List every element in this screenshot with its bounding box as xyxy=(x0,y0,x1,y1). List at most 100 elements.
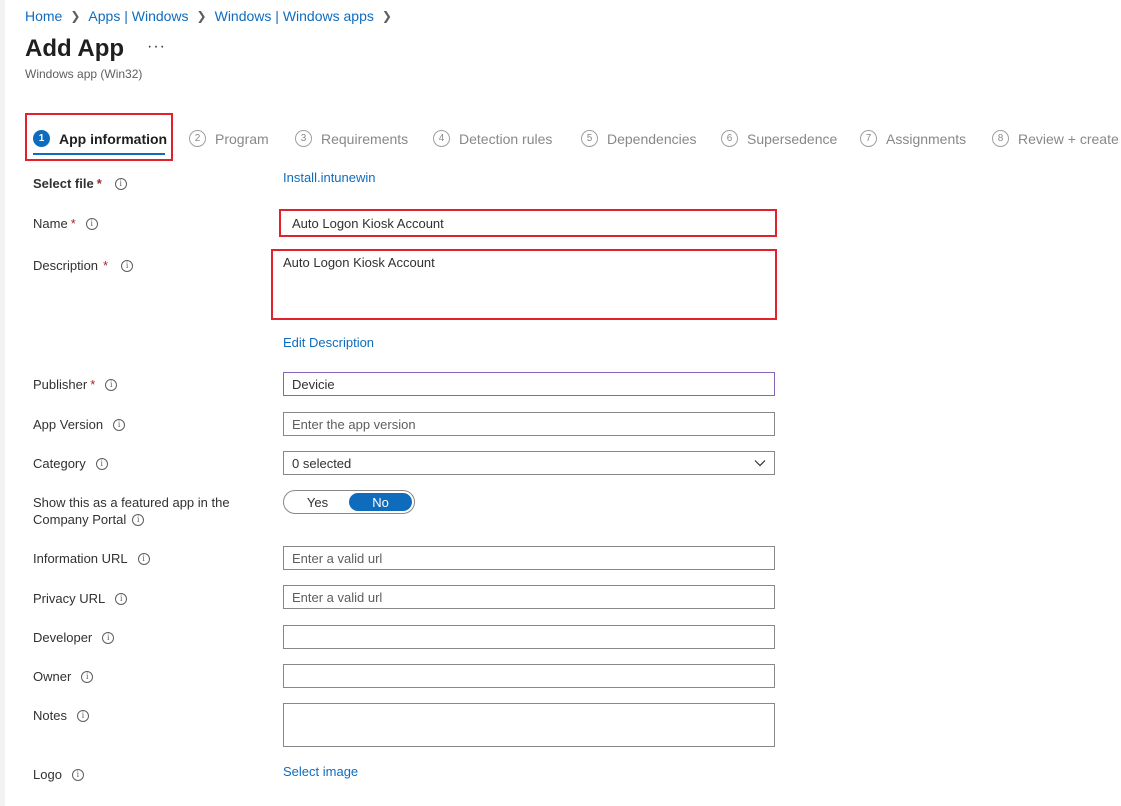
placeholder-text: Enter a valid url xyxy=(292,589,383,605)
step-label: App information xyxy=(59,130,168,147)
breadcrumb: Home ❯ Apps | Windows ❯ Windows | Window… xyxy=(25,8,400,24)
step-number: 2 xyxy=(189,130,206,147)
description-input[interactable]: Auto Logon Kiosk Account xyxy=(271,249,777,320)
label-text-line1: Show this as a featured app in the xyxy=(33,495,230,510)
information-url-input[interactable]: Enter a valid url xyxy=(283,546,775,570)
chevron-down-icon xyxy=(754,460,766,467)
step-number: 3 xyxy=(295,130,312,147)
label-category: Category i xyxy=(33,455,108,472)
info-icon[interactable]: i xyxy=(121,259,134,272)
step-label: Assignments xyxy=(886,130,967,147)
info-icon[interactable]: i xyxy=(115,592,128,605)
label-select-file: Select file * i xyxy=(33,175,127,192)
app-version-input[interactable]: Enter the app version xyxy=(283,412,775,436)
publisher-value: Devicie xyxy=(292,376,335,392)
step-detection-rules[interactable]: 4 Detection rules xyxy=(433,130,552,147)
notes-textarea[interactable] xyxy=(283,703,775,747)
placeholder-text: Enter the app version xyxy=(292,416,416,432)
label-information-url: Information URL i xyxy=(33,550,150,567)
step-label: Program xyxy=(215,130,269,147)
breadcrumb-windows-apps[interactable]: Windows | Windows apps xyxy=(215,8,374,24)
info-icon[interactable]: i xyxy=(95,457,108,470)
page-title: Add App xyxy=(25,35,125,62)
select-image-link[interactable]: Select image xyxy=(283,764,358,779)
step-number: 8 xyxy=(992,130,1009,147)
info-icon[interactable]: i xyxy=(137,552,150,565)
step-program[interactable]: 2 Program xyxy=(189,130,269,147)
privacy-url-input[interactable]: Enter a valid url xyxy=(283,585,775,609)
more-options-button[interactable]: ··· xyxy=(147,38,166,56)
step-requirements[interactable]: 3 Requirements xyxy=(295,130,408,147)
label-text: Publisher xyxy=(33,377,88,392)
label-text: Logo xyxy=(33,767,62,782)
info-icon[interactable]: i xyxy=(102,631,115,644)
edit-description-link[interactable]: Edit Description xyxy=(283,335,374,350)
label-text: Notes xyxy=(33,708,67,723)
label-featured-app: Show this as a featured app in the Compa… xyxy=(33,494,230,528)
step-number: 6 xyxy=(721,130,738,147)
developer-input[interactable] xyxy=(283,625,775,649)
active-step-underline xyxy=(33,153,165,155)
step-review-create[interactable]: 8 Review + create xyxy=(992,130,1119,147)
step-supersedence[interactable]: 6 Supersedence xyxy=(721,130,837,147)
featured-app-toggle[interactable]: Yes No xyxy=(283,490,415,514)
label-developer: Developer i xyxy=(33,629,115,646)
label-text: Name xyxy=(33,216,68,231)
step-label: Detection rules xyxy=(459,130,553,147)
step-label: Review + create xyxy=(1018,130,1119,147)
step-number: 4 xyxy=(433,130,450,147)
step-number: 1 xyxy=(33,130,50,147)
info-icon[interactable]: i xyxy=(114,177,127,190)
required-marker: * xyxy=(103,258,109,273)
breadcrumb-apps-windows[interactable]: Apps | Windows xyxy=(88,8,188,24)
info-icon[interactable]: i xyxy=(76,709,89,722)
required-marker: * xyxy=(70,216,76,231)
info-icon[interactable]: i xyxy=(132,513,145,526)
placeholder-text: Enter a valid url xyxy=(292,550,383,566)
label-text: Information URL xyxy=(33,551,128,566)
owner-input[interactable] xyxy=(283,664,775,688)
info-icon[interactable]: i xyxy=(81,670,94,683)
name-input[interactable]: Auto Logon Kiosk Account xyxy=(279,209,777,237)
info-icon[interactable]: i xyxy=(85,217,98,230)
chevron-right-icon: ❯ xyxy=(381,9,392,23)
label-text: App Version xyxy=(33,417,104,432)
label-app-version: App Version i xyxy=(33,416,126,433)
required-marker: * xyxy=(90,377,96,392)
toggle-no[interactable]: No xyxy=(349,493,412,511)
category-dropdown[interactable]: 0 selected xyxy=(283,451,775,475)
info-icon[interactable]: i xyxy=(113,418,126,431)
toggle-yes[interactable]: Yes xyxy=(286,493,349,511)
info-icon[interactable]: i xyxy=(71,768,84,781)
chevron-right-icon: ❯ xyxy=(70,9,81,23)
publisher-input[interactable]: Devicie xyxy=(283,372,775,396)
label-owner: Owner i xyxy=(33,668,94,685)
label-description: Description * i xyxy=(33,257,134,274)
select-file-link[interactable]: Install.intunewin xyxy=(283,170,376,185)
breadcrumb-home[interactable]: Home xyxy=(25,8,62,24)
wizard-steps: 1 App information 2 Program 3 Requiremen… xyxy=(25,113,1121,161)
required-marker: * xyxy=(96,176,102,191)
label-text: Select file xyxy=(33,176,94,191)
label-text: Category xyxy=(33,456,86,471)
step-label: Dependencies xyxy=(607,130,697,147)
label-name: Name * i xyxy=(33,215,98,232)
label-text: Developer xyxy=(33,630,93,645)
label-notes: Notes i xyxy=(33,707,89,724)
label-text: Description xyxy=(33,258,99,273)
info-icon[interactable]: i xyxy=(105,378,118,391)
label-line2: Company Portal i xyxy=(33,511,230,528)
label-text: Owner xyxy=(33,669,72,684)
step-assignments[interactable]: 7 Assignments xyxy=(860,130,966,147)
page-subtitle: Windows app (Win32) xyxy=(25,67,143,81)
label-privacy-url: Privacy URL i xyxy=(33,590,128,607)
step-label: Supersedence xyxy=(747,130,838,147)
label-logo: Logo i xyxy=(33,766,84,783)
label-text-line2: Company Portal xyxy=(33,512,127,527)
left-edge-bar xyxy=(0,0,5,806)
category-value: 0 selected xyxy=(292,455,352,471)
step-dependencies[interactable]: 5 Dependencies xyxy=(581,130,697,147)
step-app-information[interactable]: 1 App information xyxy=(33,130,167,147)
step-number: 5 xyxy=(581,130,598,147)
step-number: 7 xyxy=(860,130,877,147)
